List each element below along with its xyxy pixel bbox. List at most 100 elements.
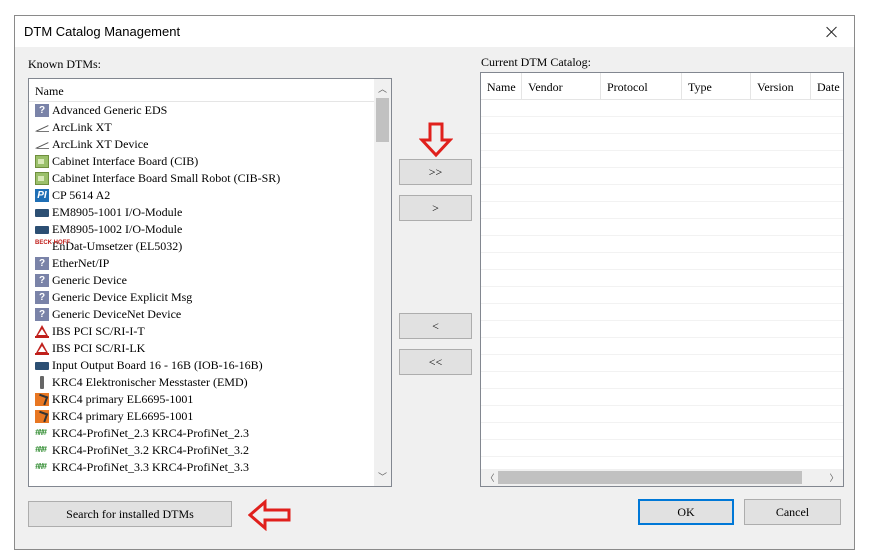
list-item[interactable]: IBS PCI SC/RI-LK	[29, 340, 374, 357]
probe-icon	[35, 376, 49, 389]
list-item[interactable]: ### KRC4-ProfiNet_3.2 KRC4-ProfiNet_3.2	[29, 442, 374, 459]
pi-icon: PI	[35, 189, 49, 202]
io-module-icon	[35, 208, 49, 217]
list-item[interactable]: KRC4 primary EL6695-1001	[29, 408, 374, 425]
arclink-icon	[35, 121, 49, 134]
list-item[interactable]: KRC4 primary EL6695-1001	[29, 391, 374, 408]
board-icon	[35, 172, 49, 185]
current-dtm-catalog-grid[interactable]: Name Vendor Protocol Type Version Date 〈…	[480, 72, 844, 487]
list-item-label: KRC4 Elektronischer Messtaster (EMD)	[52, 375, 248, 389]
remove-all-button[interactable]: <<	[399, 349, 472, 375]
scroll-down-arrow-icon[interactable]: ﹀	[374, 470, 391, 483]
generic-device-icon: ?	[35, 308, 49, 321]
scroll-up-arrow-icon[interactable]: ︿	[374, 82, 391, 95]
list-item[interactable]: IBS PCI SC/RI-I-T	[29, 323, 374, 340]
list-item-label: Input Output Board 16 - 16B (IOB-16-16B)	[52, 358, 263, 372]
list-item[interactable]: ? Generic Device	[29, 272, 374, 289]
list-item-label: KRC4-ProfiNet_3.2 KRC4-ProfiNet_3.2	[52, 443, 249, 457]
list-item-label: EnDat-Umsetzer (EL5032)	[52, 239, 183, 253]
profinet-icon: ###	[35, 462, 47, 472]
red-down-arrow-annotation	[419, 122, 453, 158]
list-item-label: IBS PCI SC/RI-LK	[52, 341, 146, 355]
list-item-label: EtherNet/IP	[52, 256, 110, 270]
known-dtms-scroll-thumb[interactable]	[376, 98, 389, 142]
list-item[interactable]: BECK HOFF EnDat-Umsetzer (EL5032)	[29, 238, 374, 255]
red-left-arrow-annotation	[248, 499, 291, 531]
current-catalog-header: Name Vendor Protocol Type Version Date	[481, 73, 843, 100]
scroll-right-arrow-icon[interactable]: 〉	[829, 471, 839, 484]
warning-triangle-icon	[35, 342, 49, 355]
list-item[interactable]: PI CP 5614 A2	[29, 187, 374, 204]
list-item-label: Generic DeviceNet Device	[52, 307, 182, 321]
known-dtms-header[interactable]: Name	[29, 79, 391, 102]
generic-device-icon: ?	[35, 274, 49, 287]
known-dtms-vertical-scrollbar[interactable]: ︿ ﹀	[374, 79, 391, 486]
search-installed-dtms-button[interactable]: Search for installed DTMs	[28, 501, 232, 527]
profinet-icon: ###	[35, 428, 47, 438]
list-item-label: IBS PCI SC/RI-I-T	[52, 324, 145, 338]
scroll-left-arrow-icon[interactable]: 〈	[485, 471, 495, 484]
column-header-version[interactable]: Version	[751, 73, 811, 99]
io-module-icon	[35, 361, 49, 370]
column-header-protocol[interactable]: Protocol	[601, 73, 682, 99]
list-item[interactable]: ? EtherNet/IP	[29, 255, 374, 272]
list-item[interactable]: EM8905-1002 I/O-Module	[29, 221, 374, 238]
dtm-catalog-dialog: DTM Catalog Management Known DTMs: Name …	[14, 15, 855, 550]
generic-device-icon: ?	[35, 257, 49, 270]
list-item-label: KRC4-ProfiNet_3.3 KRC4-ProfiNet_3.3	[52, 460, 249, 474]
list-item-label: Generic Device Explicit Msg	[52, 290, 193, 304]
list-item[interactable]: ### KRC4-ProfiNet_3.3 KRC4-ProfiNet_3.3	[29, 459, 374, 476]
list-item-label: ArcLink XT	[52, 120, 112, 134]
cancel-button[interactable]: Cancel	[744, 499, 841, 525]
list-item[interactable]: Cabinet Interface Board Small Robot (CIB…	[29, 170, 374, 187]
list-item[interactable]: Cabinet Interface Board (CIB)	[29, 153, 374, 170]
column-header-vendor[interactable]: Vendor	[522, 73, 601, 99]
list-item[interactable]: ArcLink XT	[29, 119, 374, 136]
window-title: DTM Catalog Management	[24, 24, 181, 39]
list-item[interactable]: EM8905-1001 I/O-Module	[29, 204, 374, 221]
robot-icon	[35, 393, 49, 406]
list-item-label: Generic Device	[52, 273, 127, 287]
list-item[interactable]: ### KRC4-ProfiNet_2.3 KRC4-ProfiNet_2.3	[29, 425, 374, 442]
io-module-icon	[35, 225, 49, 234]
list-item[interactable]: ? Generic Device Explicit Msg	[29, 289, 374, 306]
list-item[interactable]: Input Output Board 16 - 16B (IOB-16-16B)	[29, 357, 374, 374]
close-icon[interactable]	[810, 16, 854, 47]
list-item-label: KRC4-ProfiNet_2.3 KRC4-ProfiNet_2.3	[52, 426, 249, 440]
list-item-label: Advanced Generic EDS	[52, 103, 168, 117]
board-icon	[35, 155, 49, 168]
list-item-label: Cabinet Interface Board Small Robot (CIB…	[52, 171, 281, 185]
remove-button[interactable]: <	[399, 313, 472, 339]
list-item-label: Cabinet Interface Board (CIB)	[52, 154, 199, 168]
title-bar: DTM Catalog Management	[15, 16, 854, 47]
add-all-button[interactable]: >>	[399, 159, 472, 185]
ok-button[interactable]: OK	[638, 499, 734, 525]
current-dtm-catalog-label: Current DTM Catalog:	[481, 55, 591, 69]
name-column-header[interactable]: Name	[35, 84, 64, 99]
known-dtms-rows: ? Advanced Generic EDS ArcLink XT ArcLink X…	[29, 102, 374, 486]
arclink-icon	[35, 138, 49, 151]
generic-device-icon: ?	[35, 291, 49, 304]
generic-device-icon: ?	[35, 104, 49, 117]
profinet-icon: ###	[35, 445, 47, 455]
known-dtms-label: Known DTMs:	[28, 57, 102, 71]
list-item-label: EM8905-1002 I/O-Module	[52, 222, 183, 236]
list-item[interactable]: ArcLink XT Device	[29, 136, 374, 153]
add-button[interactable]: >	[399, 195, 472, 221]
list-item-label: KRC4 primary EL6695-1001	[52, 409, 194, 423]
beckhoff-icon: BECK HOFF	[35, 240, 70, 246]
current-catalog-horizontal-scrollbar[interactable]: 〈 〉	[481, 469, 843, 486]
list-item[interactable]: ? Advanced Generic EDS	[29, 102, 374, 119]
list-item[interactable]: KRC4 Elektronischer Messtaster (EMD)	[29, 374, 374, 391]
list-item-label: EM8905-1001 I/O-Module	[52, 205, 183, 219]
column-header-type[interactable]: Type	[682, 73, 751, 99]
list-item-label: KRC4 primary EL6695-1001	[52, 392, 194, 406]
robot-icon	[35, 410, 49, 423]
column-header-name[interactable]: Name	[481, 73, 522, 99]
current-catalog-scroll-thumb[interactable]	[498, 471, 802, 484]
list-item-label: ArcLink XT Device	[52, 137, 149, 151]
list-item[interactable]: ? Generic DeviceNet Device	[29, 306, 374, 323]
column-header-date[interactable]: Date	[811, 73, 843, 99]
current-catalog-rows	[481, 100, 843, 469]
known-dtms-list[interactable]: Name ? Advanced Generic EDS ArcLink XT ArcL…	[28, 78, 392, 487]
